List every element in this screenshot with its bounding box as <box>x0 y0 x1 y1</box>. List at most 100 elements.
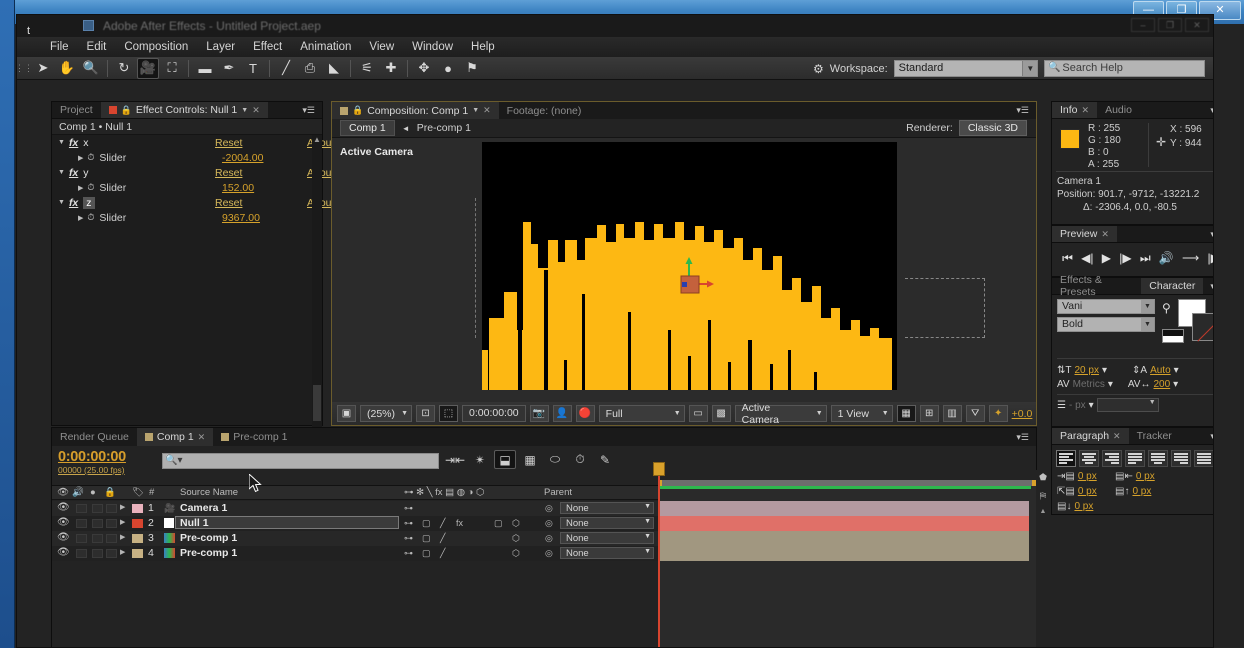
stopwatch-icon[interactable]: ⏱ <box>87 152 94 163</box>
first-frame-button[interactable]: ⏮ <box>1062 251 1073 266</box>
label-color-swatch[interactable] <box>132 519 143 528</box>
effect-row-x[interactable]: ▼ fx x Reset About... <box>52 135 343 150</box>
effect-name-z[interactable]: z <box>83 196 95 209</box>
graph-editor-button[interactable]: ▦ <box>519 450 541 469</box>
layer-bar-null1[interactable] <box>659 516 1029 531</box>
space-after-field[interactable]: ▤↓ 0 px <box>1057 501 1115 512</box>
toggle-transparency-grid-icon[interactable]: ⬚ <box>439 405 459 422</box>
justify-last-center-button[interactable] <box>1148 450 1168 467</box>
layer-name[interactable]: Pre-comp 1 <box>180 547 237 559</box>
current-time-indicator[interactable] <box>658 462 660 647</box>
layer-name-input[interactable]: Null 1 <box>175 516 399 529</box>
property-value-y-slider[interactable]: 152.00 <box>222 182 254 194</box>
lock-icon[interactable]: 🔒 <box>352 105 363 116</box>
layer-switch-3d[interactable]: ⬡ <box>512 518 520 529</box>
chevron-down-icon[interactable]: ▾ <box>1102 365 1107 376</box>
parent-pickwhip-icon[interactable]: ◎ <box>545 518 553 529</box>
chevron-down-icon[interactable]: ▾ <box>1108 379 1113 390</box>
tracking-value[interactable]: 200 <box>1153 379 1170 390</box>
layer-switch-box[interactable]: ▢ <box>422 518 431 529</box>
view-layout-select[interactable]: 1 View ▼ <box>830 405 893 422</box>
label-color-swatch[interactable] <box>132 504 143 513</box>
toggle-mask-paths-icon[interactable]: ▭ <box>688 405 708 422</box>
menu-item-window[interactable]: Window <box>403 39 462 55</box>
chevron-down-icon[interactable]: ▾ <box>1174 365 1179 376</box>
show-snapshot-icon[interactable]: 👤 <box>552 405 572 422</box>
auto-keyframe-button[interactable]: ⏱ <box>569 450 591 469</box>
previous-frame-button[interactable]: ◀| <box>1081 251 1093 265</box>
shape-tool[interactable]: ▬ <box>194 58 216 79</box>
renderer-button[interactable]: Classic 3D <box>958 120 1027 136</box>
close-icon[interactable]: ✕ <box>252 105 260 116</box>
toggle-grid-guides-icon[interactable]: ▩ <box>711 405 731 422</box>
channel-rgb-icon[interactable]: 🔴 <box>575 405 595 422</box>
disclosure-triangle-icon[interactable]: ▶ <box>120 503 125 511</box>
fast-previews-icon[interactable]: ⊞ <box>919 405 939 422</box>
indent-left-field[interactable]: ⇥▤ 0 px <box>1057 471 1115 482</box>
audio-icon[interactable]: 🔊 <box>72 487 84 498</box>
exposure-value[interactable]: +0.0 <box>1012 408 1033 420</box>
close-icon[interactable]: ✕ <box>1101 229 1109 240</box>
composition-canvas[interactable] <box>482 142 897 390</box>
parent-pickwhip-icon[interactable]: ◎ <box>545 548 553 559</box>
label-color-swatch[interactable] <box>132 549 143 558</box>
rotation-tool[interactable]: ↻ <box>113 58 135 79</box>
space-before-field[interactable]: ▤↑ 0 px <box>1115 486 1173 497</box>
selection-tool[interactable]: ➤ <box>32 58 54 79</box>
panel-menu-icon[interactable]: ▾☰ <box>1203 428 1213 444</box>
layer-switch-quality[interactable]: ╱ <box>440 533 445 544</box>
eraser-tool[interactable]: ◣ <box>323 58 345 79</box>
align-center-button[interactable] <box>1079 450 1099 467</box>
panel-menu-icon[interactable]: ▾☰ <box>1203 102 1213 118</box>
layer-bar-precomp1a[interactable] <box>659 531 1029 546</box>
stopwatch-icon[interactable]: ⏱ <box>87 182 94 193</box>
menu-item-edit[interactable]: Edit <box>78 39 116 55</box>
camera-tool[interactable]: 🎥 <box>137 57 159 79</box>
clone-stamp-tool[interactable]: ⎙ <box>299 58 321 79</box>
parent-header[interactable]: Parent <box>544 487 572 498</box>
brush-tool[interactable]: ╱ <box>275 58 297 79</box>
current-time-indicator-head[interactable] <box>653 462 665 476</box>
tab-info[interactable]: Info ✕ <box>1052 102 1098 118</box>
scroll-up-icon[interactable]: ▲ <box>1036 508 1050 515</box>
audio-toggle[interactable] <box>76 534 87 543</box>
tab-tracker[interactable]: Tracker <box>1128 428 1180 444</box>
layer-switch-quality[interactable]: ╱ <box>440 518 445 529</box>
property-row-z-slider[interactable]: ▶ ⏱ Slider 9367.00 <box>52 210 322 225</box>
chevron-down-icon[interactable]: ▾ <box>1089 400 1094 411</box>
eye-icon[interactable]: 👁 <box>57 487 69 498</box>
parent-select[interactable]: None ▼ <box>560 517 654 529</box>
last-frame-button[interactable]: ⏭ <box>1140 251 1151 266</box>
font-variants-select[interactable]: ▼ <box>1096 398 1159 412</box>
timeline-view-icon[interactable]: ▥ <box>942 405 962 422</box>
workspace-settings-icon[interactable]: ⚙ <box>813 62 824 76</box>
current-time-value[interactable]: 0:00:00:00 <box>58 449 126 465</box>
disclosure-triangle-icon[interactable]: ▶ <box>120 518 125 526</box>
timeline-search-input[interactable]: 🔍▾ <box>162 453 439 469</box>
parent-pickwhip-icon[interactable]: ◎ <box>545 533 553 544</box>
baseline-shift-value[interactable]: - px <box>1069 400 1086 411</box>
pixel-aspect-correction-icon[interactable]: ▦ <box>896 405 916 422</box>
font-family-select[interactable]: Vani ▼ <box>1057 299 1155 314</box>
tab-character[interactable]: Character <box>1141 278 1204 294</box>
stroke-color-swatch[interactable] <box>1192 313 1213 341</box>
panel-menu-icon[interactable]: ▾☰ <box>295 102 322 118</box>
align-right-button[interactable] <box>1102 450 1122 467</box>
lock-icon[interactable]: 🔒 <box>121 105 132 116</box>
region-of-interest-icon[interactable]: ⊡ <box>416 405 436 422</box>
eye-icon[interactable]: 👁 <box>57 532 70 543</box>
justify-last-left-button[interactable] <box>1125 450 1145 467</box>
tab-comp1[interactable]: Comp 1 ✕ <box>136 428 214 446</box>
reset-link-y[interactable]: Reset <box>215 167 242 179</box>
tab-precomp1[interactable]: Pre-comp 1 <box>213 428 296 446</box>
pan-behind-tool[interactable]: ⛶ <box>161 58 183 79</box>
disclosure-triangle-icon[interactable]: ▶ <box>78 214 83 222</box>
layer-switch-av[interactable]: ⊶ <box>404 518 413 529</box>
move-anchor-icon[interactable]: ✥ <box>413 58 435 79</box>
enable-motion-blur-button[interactable]: ⬓ <box>494 450 516 469</box>
scroll-up-icon[interactable]: ▲ <box>312 135 322 144</box>
hand-tool[interactable]: ✋ <box>56 58 78 79</box>
app-restore-button[interactable]: ❐ <box>1158 18 1182 32</box>
disclosure-triangle-icon[interactable]: ▼ <box>58 139 65 146</box>
comp-flowchart-icon[interactable]: ⛛ <box>965 405 985 422</box>
